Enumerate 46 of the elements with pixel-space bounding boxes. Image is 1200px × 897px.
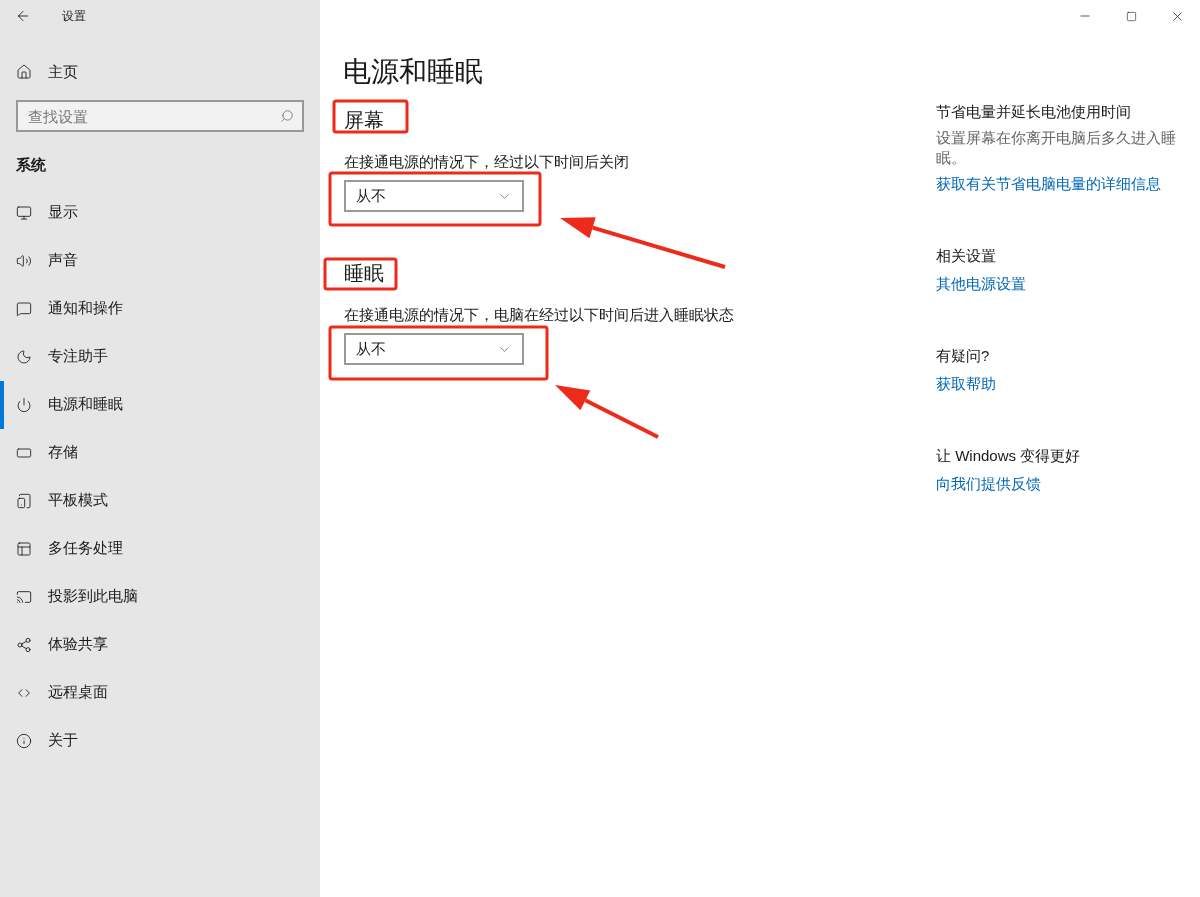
setting-description: 在接通电源的情况下，经过以下时间后关闭 — [343, 152, 630, 172]
nav-item[interactable]: 电源和睡眠 — [0, 380, 320, 429]
nav-item[interactable]: 投影到此电脑 — [0, 572, 320, 621]
aside-link[interactable]: 向我们提供反馈 — [936, 472, 1041, 496]
nav-item[interactable]: 专注助手 — [0, 332, 320, 381]
section-heading: 系统 — [15, 155, 47, 175]
nav-item[interactable]: 多任务处理 — [0, 524, 320, 573]
aside-link[interactable]: 获取有关节省电脑电量的详细信息 — [936, 172, 1161, 196]
search-field[interactable]: 查找设置 — [16, 100, 304, 132]
nav-item[interactable]: 声音 — [0, 236, 320, 285]
aside-heading: 让 Windows 变得更好 — [936, 446, 1082, 466]
tablet-icon — [16, 492, 32, 509]
message-icon — [16, 300, 32, 317]
window-title: 设置 — [62, 8, 86, 25]
nav-item[interactable]: 存储 — [0, 428, 320, 477]
speaker-icon — [16, 252, 32, 269]
power-icon — [16, 396, 32, 413]
aside-text: 设置屏幕在你离开电脑后多久进入睡眠。 — [936, 128, 1177, 168]
search-icon — [280, 109, 294, 123]
aside-heading: 相关设置 — [936, 246, 997, 266]
section-heading: 屏幕 — [343, 109, 384, 131]
share-icon — [16, 636, 32, 653]
maximize-icon — [1125, 10, 1137, 22]
dropdown[interactable]: 从不 — [344, 180, 524, 212]
aside-link[interactable]: 其他电源设置 — [936, 272, 1026, 296]
setting-description: 在接通电源的情况下，电脑在经过以下时间后进入睡眠状态 — [343, 305, 735, 325]
dropdown[interactable]: 从不 — [344, 333, 524, 365]
projection-icon — [16, 588, 32, 605]
nav-item[interactable]: 远程桌面 — [0, 668, 320, 717]
info-icon — [16, 732, 32, 749]
multitask-icon — [16, 540, 32, 557]
page-title: 电源和睡眠 — [343, 55, 484, 89]
back-arrow-icon — [15, 8, 31, 24]
nav-item[interactable]: 平板模式 — [0, 476, 320, 525]
aside-link[interactable]: 获取帮助 — [936, 372, 996, 396]
moon-icon — [16, 348, 32, 365]
nav-item[interactable]: 通知和操作 — [0, 284, 320, 333]
home-icon — [16, 64, 32, 80]
nav-item[interactable]: 显示 — [0, 188, 320, 237]
home-nav-item[interactable]: 主页 — [0, 54, 320, 90]
aside-heading: 节省电量并延长电池使用时间 — [936, 102, 1132, 122]
section-heading: 睡眠 — [343, 262, 384, 284]
aside-heading: 有疑问? — [936, 346, 991, 366]
monitor-icon — [16, 204, 32, 221]
nav-item[interactable]: 关于 — [0, 716, 320, 765]
nav-item[interactable]: 体验共享 — [0, 620, 320, 669]
